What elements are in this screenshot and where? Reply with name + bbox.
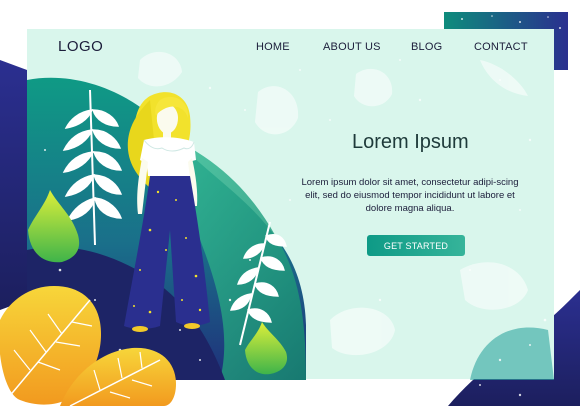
logo[interactable]: LOGO xyxy=(58,38,103,55)
nav-link-home[interactable]: HOME xyxy=(256,41,290,53)
monstera-leaf-icon xyxy=(255,86,299,135)
monstera-leaf-icon xyxy=(354,68,393,107)
monstera-leaf-icon xyxy=(460,262,528,310)
hero-title: Lorem Ipsum xyxy=(352,131,469,153)
nav-link-blog[interactable]: BLOG xyxy=(411,41,442,53)
get-started-button[interactable]: GET STARTED xyxy=(367,235,465,256)
fern-leaf-icon xyxy=(480,60,528,96)
nav-link-about-us[interactable]: ABOUT US xyxy=(323,41,381,53)
hero-description: Lorem ipsum dolor sit amet, consectetur … xyxy=(301,177,519,214)
monstera-leaf-icon xyxy=(330,307,395,356)
nav-link-contact[interactable]: CONTACT xyxy=(474,41,528,53)
monstera-leaf-icon xyxy=(138,51,182,87)
